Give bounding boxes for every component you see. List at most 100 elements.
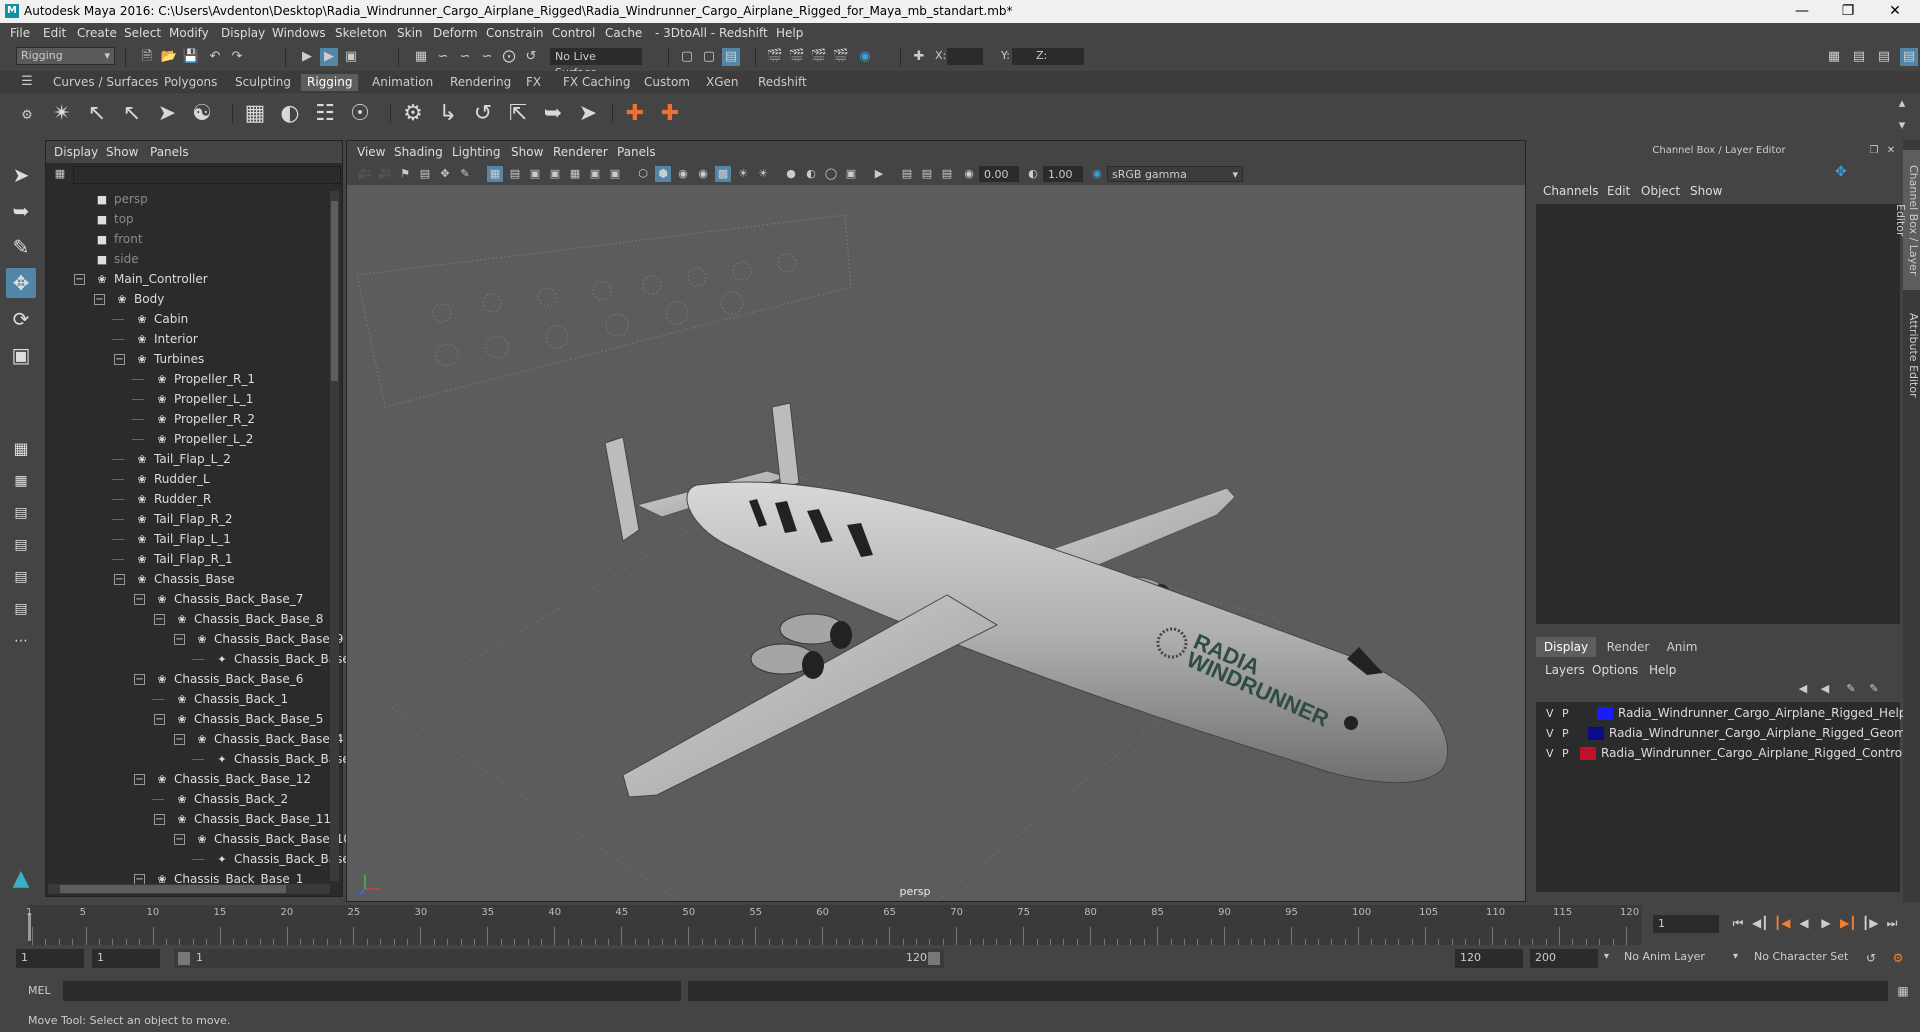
xray-joints-icon[interactable]: ▤ xyxy=(919,166,935,182)
exposure-field[interactable]: 0.00 xyxy=(979,166,1019,182)
layer-color-swatch[interactable] xyxy=(1588,727,1604,740)
maximize-button[interactable]: ❐ xyxy=(1825,0,1871,23)
step-back-frame-icon[interactable]: ◀┃ xyxy=(1752,915,1768,931)
range-end-handle[interactable] xyxy=(928,952,940,965)
outliner-node-row[interactable]: ❀ Propeller_L_2 xyxy=(154,430,253,449)
camera-attributes-icon[interactable]: 🎥 xyxy=(377,166,393,182)
outliner-node-row[interactable]: ❀ Main_Controller xyxy=(94,270,207,289)
menu-skeleton[interactable]: Skeleton xyxy=(335,26,387,40)
play-forwards-icon[interactable]: ▶ xyxy=(1818,915,1834,931)
xray-icon[interactable]: ▤ xyxy=(899,166,915,182)
chevron-down-icon[interactable]: ▾ xyxy=(1604,951,1609,962)
move-layer-down-icon[interactable]: ◀ xyxy=(1816,680,1834,698)
lasso-tool-icon[interactable]: ➥ xyxy=(6,196,36,226)
scale-constraint-icon[interactable]: ⇱ xyxy=(503,99,533,129)
go-to-start-icon[interactable]: ⏮ xyxy=(1730,915,1746,931)
outliner-node-row[interactable]: ❀ Chassis_Back_Base_7 xyxy=(154,590,303,609)
close-panel-icon[interactable]: ✕ xyxy=(1882,142,1900,160)
shelf-menu-icon[interactable]: ☰ xyxy=(18,73,36,91)
outliner-node-row[interactable]: ❀ Cabin xyxy=(134,310,188,329)
2d-pan-zoom-icon[interactable]: ✥ xyxy=(437,166,453,182)
outliner-search-input[interactable] xyxy=(73,166,341,184)
play-backwards-icon[interactable]: ◀ xyxy=(1796,915,1812,931)
shelf-options-icon[interactable]: ⚙ xyxy=(18,107,36,125)
xray-components-icon[interactable]: ▤ xyxy=(939,166,955,182)
menu-create[interactable]: Create xyxy=(77,26,117,40)
shelf-tab-rendering[interactable]: Rendering xyxy=(444,74,517,91)
resolution-gate-icon[interactable]: ▣ xyxy=(527,166,543,182)
outliner-node-row[interactable]: ❀ Chassis_Back_Base_10 xyxy=(194,830,351,849)
step-forward-frame-icon[interactable]: ┃▶ xyxy=(1862,915,1878,931)
safe-title-icon[interactable]: ▣ xyxy=(607,166,623,182)
layer-row[interactable]: V P Radia_Windrunner_Cargo_Airplane_Rigg… xyxy=(1540,704,1920,723)
outliner-node-row[interactable]: ❀ Chassis_Back_Base_12 xyxy=(154,770,311,789)
outliner-node-row[interactable]: ❀ Chassis_Back_Base_5 xyxy=(174,710,323,729)
layer-visibility-toggle[interactable]: V xyxy=(1546,724,1554,743)
collapse-toggle-icon[interactable]: − xyxy=(174,734,185,745)
menu-deform[interactable]: Deform xyxy=(433,26,478,40)
redo-icon[interactable]: ↷ xyxy=(228,48,246,66)
outliner-node-row[interactable]: ❀ Body xyxy=(114,290,164,309)
tool-settings-toggle-icon[interactable]: ▤ xyxy=(1875,48,1893,66)
layer-color-swatch[interactable] xyxy=(1597,707,1613,720)
layer-menu-layers[interactable]: Layers xyxy=(1545,663,1585,677)
point-constraint-icon[interactable]: ↳ xyxy=(433,99,463,129)
new-layer-selected-icon[interactable]: ✎ xyxy=(1842,680,1860,698)
textured-icon[interactable]: ▩ xyxy=(715,166,731,182)
time-slider-track[interactable]: 1 5 10 15 20 25 30 35 40 45 50 55 60 65 70 75 80 85 90 95 10… xyxy=(26,905,1642,945)
menu-set-dropdown[interactable]: Rigging ▾ xyxy=(16,47,115,65)
select-component-icon[interactable]: ▣ xyxy=(342,48,360,66)
layer-visibility-toggle[interactable]: V xyxy=(1546,704,1554,723)
layer-playback-toggle[interactable]: P xyxy=(1562,744,1569,763)
screen-space-ao-icon[interactable]: ● xyxy=(783,166,799,182)
layout-two-icon[interactable]: ▤ xyxy=(6,498,36,528)
grid-toggle-icon[interactable]: ▦ xyxy=(487,166,503,182)
outliner-menu-panels[interactable]: Panels xyxy=(150,145,189,159)
script-editor-icon[interactable]: ▦ xyxy=(1895,983,1911,999)
layer-tab-render[interactable]: Render xyxy=(1603,637,1653,657)
layout-single-icon[interactable]: ▦ xyxy=(6,434,36,464)
pole-vector-constraint-icon[interactable]: ➤ xyxy=(573,99,603,129)
layer-playback-toggle[interactable]: P xyxy=(1562,724,1569,743)
wireframe-icon[interactable]: ⬡ xyxy=(635,166,651,182)
outliner-node-row[interactable]: ❀ Tail_Flap_L_2 xyxy=(134,450,231,469)
outliner-node-row[interactable]: ❀ Rudder_L xyxy=(134,470,209,489)
shelf-tab-fx[interactable]: FX xyxy=(520,74,547,91)
outliner-camera-row[interactable]: ■ persp xyxy=(94,190,148,209)
animation-preferences-icon[interactable]: ⚙ xyxy=(1890,950,1906,966)
aim-constraint-icon[interactable]: ➥ xyxy=(538,99,568,129)
menu-constrain[interactable]: Constrain xyxy=(486,26,544,40)
channel-menu-edit[interactable]: Edit xyxy=(1607,184,1630,198)
menu-edit[interactable]: Edit xyxy=(43,26,66,40)
layer-tab-display[interactable]: Display xyxy=(1536,637,1596,657)
collapse-toggle-icon[interactable]: − xyxy=(174,634,185,645)
3dtoall-tool-icon[interactable]: ✚ xyxy=(655,99,685,129)
outliner-node-row[interactable]: ❀ Propeller_R_1 xyxy=(154,370,255,389)
layout-extra-icon[interactable]: ⋯ xyxy=(6,626,36,656)
render-settings-icon[interactable]: 🎬 xyxy=(832,48,850,66)
menu-help[interactable]: Help xyxy=(776,26,803,40)
outliner-node-row[interactable]: ❀ Chassis_Back_Base_4 xyxy=(194,730,343,749)
layer-visibility-toggle[interactable]: V xyxy=(1546,744,1554,763)
collapse-toggle-icon[interactable]: − xyxy=(74,274,85,285)
outliner-horizontal-scrollbar[interactable] xyxy=(48,884,330,894)
layout-custom-icon[interactable]: ▤ xyxy=(6,594,36,624)
ipr-render-icon[interactable]: 🎬 xyxy=(810,48,828,66)
snap-live-icon[interactable]: ↺ xyxy=(522,48,540,66)
auto-key-icon[interactable]: ↺ xyxy=(1863,950,1879,966)
viewport-menu-renderer[interactable]: Renderer xyxy=(553,145,608,159)
layout-four-icon[interactable]: ▦ xyxy=(6,466,36,496)
side-tab-attribute-editor[interactable]: Attribute Editor xyxy=(1903,310,1920,400)
outliner-node-row[interactable]: ❀ Chassis_Base xyxy=(134,570,234,589)
outliner-node-row[interactable]: ❀ Turbines xyxy=(134,350,204,369)
layer-row[interactable]: V P Radia_Windrunner_Cargo_Airplane_Rigg… xyxy=(1540,744,1920,763)
shelf-tab-xgen[interactable]: XGen xyxy=(700,74,745,91)
outliner-camera-row[interactable]: ■ top xyxy=(94,210,134,229)
select-camera-icon[interactable]: 🎥 xyxy=(357,166,373,182)
motion-blur-icon[interactable]: ◐ xyxy=(803,166,819,182)
snap-point-icon[interactable]: ∽ xyxy=(456,48,474,66)
menu-cache[interactable]: Cache xyxy=(605,26,642,40)
viewport-menu-panels[interactable]: Panels xyxy=(617,145,656,159)
snap-curve-icon[interactable]: ∽ xyxy=(434,48,452,66)
layer-menu-help[interactable]: Help xyxy=(1649,663,1676,677)
